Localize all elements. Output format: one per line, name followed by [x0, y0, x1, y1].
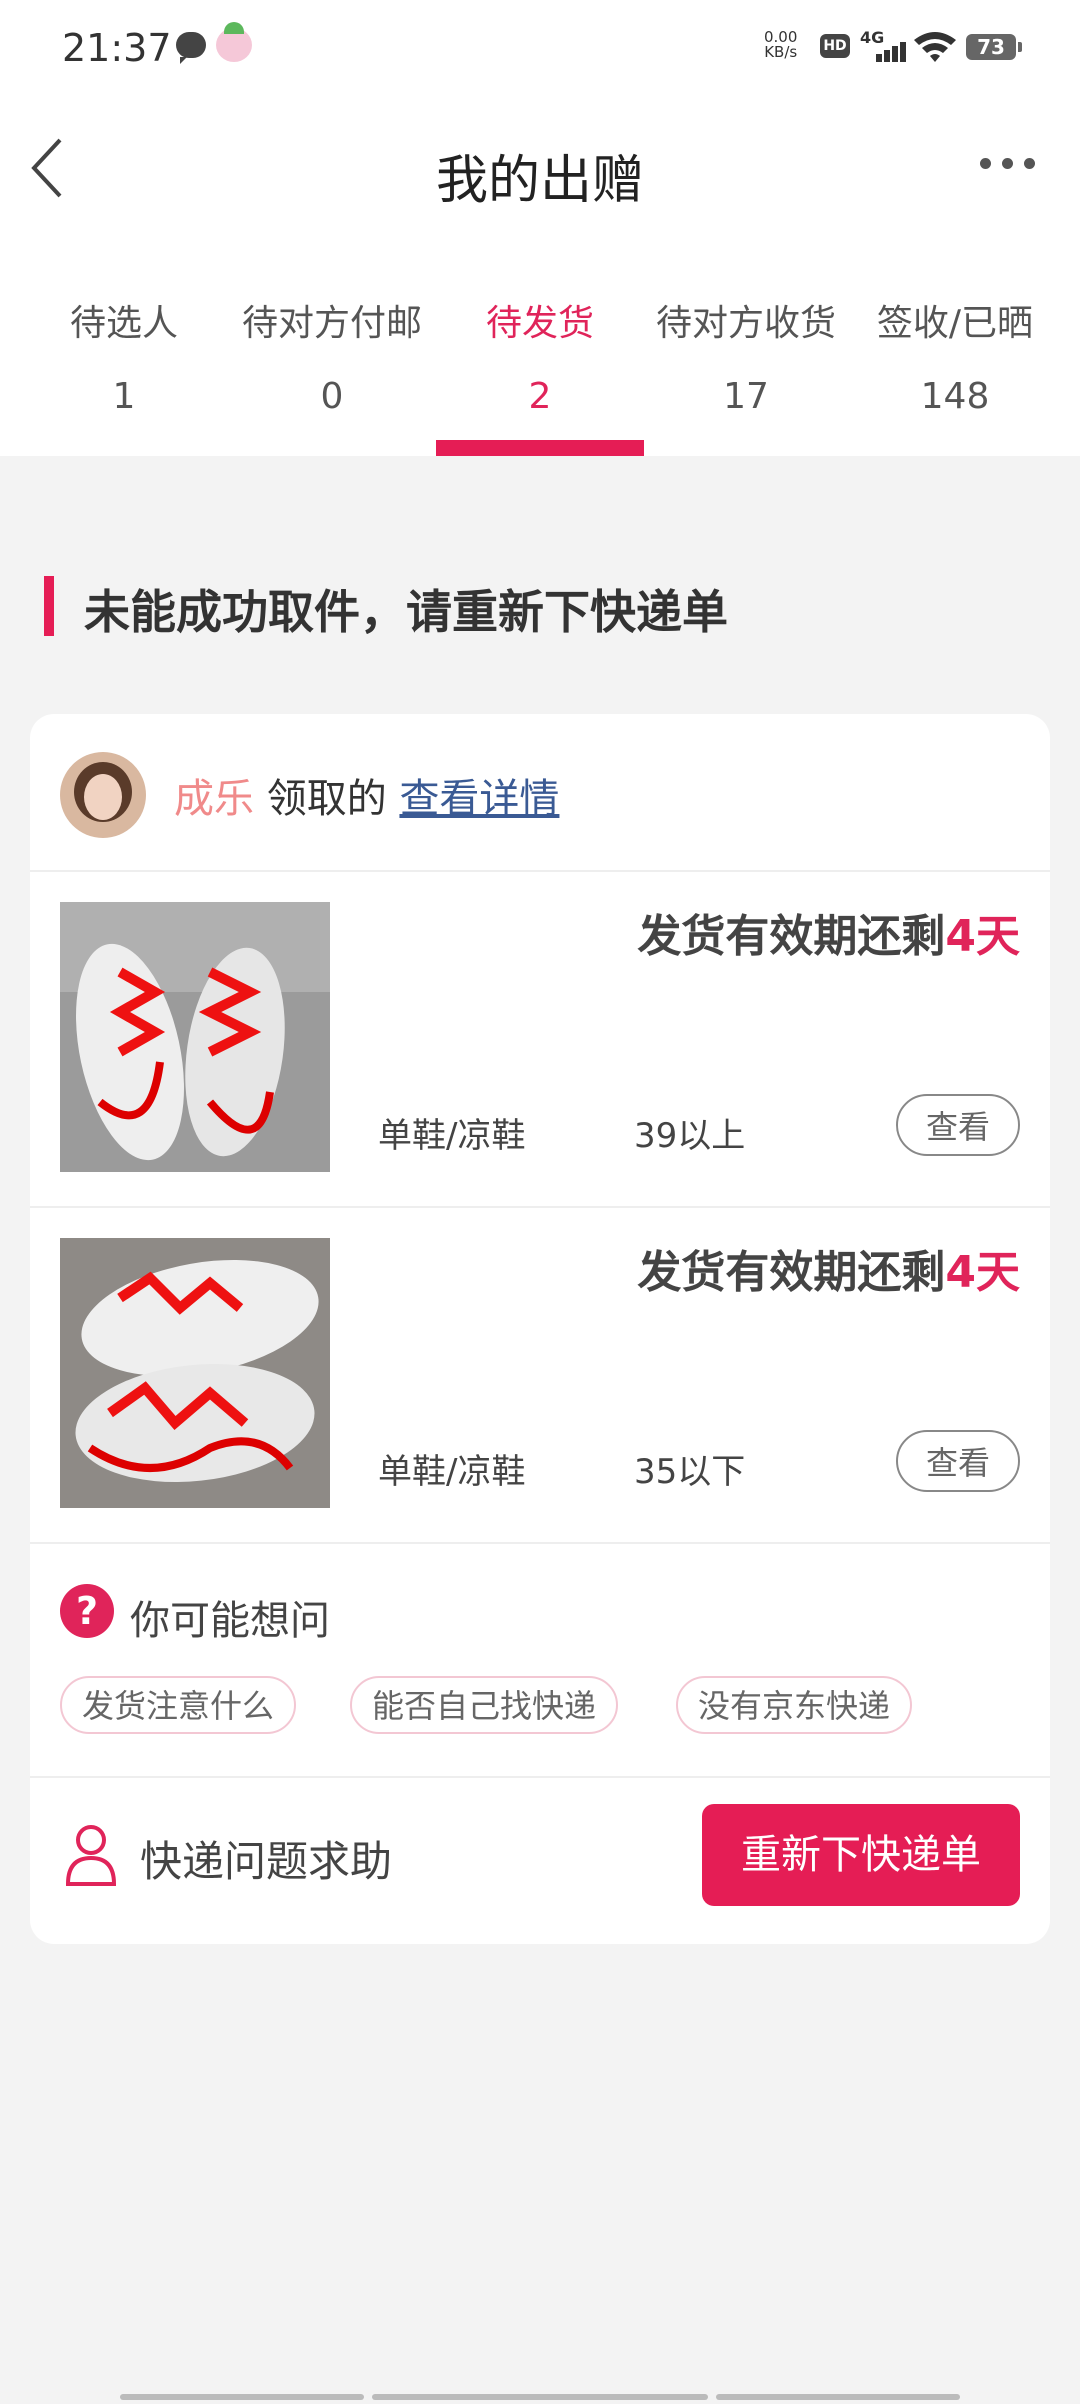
help-row: 快递问题求助 重新下快递单 — [30, 1778, 1050, 1944]
notice-text: 未能成功取件，请重新下快递单 — [84, 585, 728, 639]
item-size: 39以上 — [634, 1116, 746, 1156]
tab-count: 17 — [723, 376, 769, 417]
tab-label: 待对方付邮 — [241, 303, 422, 344]
receiver-action: 领取的 — [254, 776, 400, 822]
courier-help-link[interactable]: 快递问题求助 — [140, 1828, 392, 1889]
tab-pending-postage[interactable]: 待对方付邮 0 — [222, 270, 442, 456]
home-indicator — [372, 2394, 708, 2400]
network-speed-unit: KB/s — [764, 43, 798, 61]
shoe-photo[interactable] — [60, 1238, 330, 1508]
network-type: 4G — [860, 28, 885, 47]
avatar[interactable] — [60, 752, 146, 838]
faq-chip-shipping-notes[interactable]: 发货注意什么 — [60, 1676, 297, 1734]
tab-label: 待对方收货 — [655, 303, 836, 344]
view-button[interactable]: 查看 — [896, 1430, 1020, 1492]
tab-pending-shipment[interactable]: 待发货 2 — [436, 270, 644, 456]
tab-count: 0 — [320, 376, 344, 417]
more-icon[interactable] — [980, 158, 1036, 170]
deadline-label: 发货有效期还剩 — [637, 911, 946, 962]
tab-label: 签收/已晒 — [876, 303, 1034, 344]
list-item: 发货有效期还剩4天 单鞋/凉鞋 35以下 查看 — [30, 1208, 1050, 1544]
receiver-name[interactable]: 成乐 — [174, 776, 254, 822]
nav-bar: 我的出赠 — [0, 100, 1080, 270]
question-icon: ? — [60, 1584, 114, 1638]
network-speed: 0.00 KB/s — [764, 30, 797, 60]
tab-label: 待选人 — [69, 303, 178, 344]
reorder-courier-button[interactable]: 重新下快递单 — [702, 1804, 1020, 1906]
item-category: 单鞋/凉鞋 — [378, 1452, 526, 1492]
tab-count: 1 — [112, 376, 136, 417]
faq-title: 你可能想问 — [130, 1598, 330, 1644]
faq-chip-no-jd-express[interactable]: 没有京东快递 — [676, 1676, 913, 1734]
tab-label: 待发货 — [485, 303, 594, 344]
view-button[interactable]: 查看 — [896, 1094, 1020, 1156]
page-title: 我的出赠 — [435, 151, 644, 211]
home-indicator — [716, 2394, 960, 2400]
wifi-icon — [914, 32, 956, 62]
status-tabs: 待选人 1 待对方付邮 0 待发货 2 待对方收货 17 签收/已晒 148 — [0, 270, 1080, 456]
active-tab-indicator — [436, 440, 644, 456]
receiver-text: 成乐 领取的 查看详情 — [174, 766, 559, 824]
item-category: 单鞋/凉鞋 — [378, 1116, 526, 1156]
receiver-row: 成乐 领取的 查看详情 — [30, 714, 1050, 872]
notice-banner: 未能成功取件，请重新下快递单 — [0, 556, 1080, 656]
tab-signed-shared[interactable]: 签收/已晒 148 — [850, 270, 1060, 456]
battery-icon: 73 — [966, 34, 1022, 60]
item-size: 35以下 — [634, 1452, 746, 1492]
deadline-days: 4天 — [945, 1247, 1020, 1298]
view-details-link[interactable]: 查看详情 — [399, 776, 559, 822]
shipping-deadline: 发货有效期还剩4天 — [637, 1236, 1020, 1300]
home-indicator — [120, 2394, 364, 2400]
notice-accent-bar — [44, 576, 54, 636]
deadline-label: 发货有效期还剩 — [637, 1247, 946, 1298]
tab-count: 2 — [528, 376, 552, 417]
hd-icon: HD — [820, 34, 850, 58]
signal-icon: 4G — [858, 26, 906, 66]
tab-count: 148 — [920, 376, 990, 417]
shipping-deadline: 发货有效期还剩4天 — [637, 900, 1020, 964]
message-notification-icon — [176, 32, 206, 64]
faq-section: ? 你可能想问 发货注意什么 能否自己找快递 没有京东快递 — [30, 1544, 1050, 1778]
person-icon — [65, 1825, 117, 1886]
tab-pending-receipt[interactable]: 待对方收货 17 — [636, 270, 856, 456]
app-notification-icon — [216, 22, 252, 62]
faq-chip-own-courier[interactable]: 能否自己找快递 — [350, 1676, 619, 1734]
shoe-photo[interactable] — [60, 902, 330, 1172]
deadline-days: 4天 — [945, 911, 1020, 962]
tab-pending-selection[interactable]: 待选人 1 — [16, 270, 232, 456]
status-time: 21:37 — [62, 26, 172, 70]
status-bar: 21:37 0.00 KB/s HD 4G 73 — [0, 0, 1080, 100]
gift-card: 成乐 领取的 查看详情 发货有效期还剩4天 单鞋/凉鞋 39以上 查看 发货有效… — [30, 714, 1050, 1944]
list-item: 发货有效期还剩4天 单鞋/凉鞋 39以上 查看 — [30, 872, 1050, 1208]
